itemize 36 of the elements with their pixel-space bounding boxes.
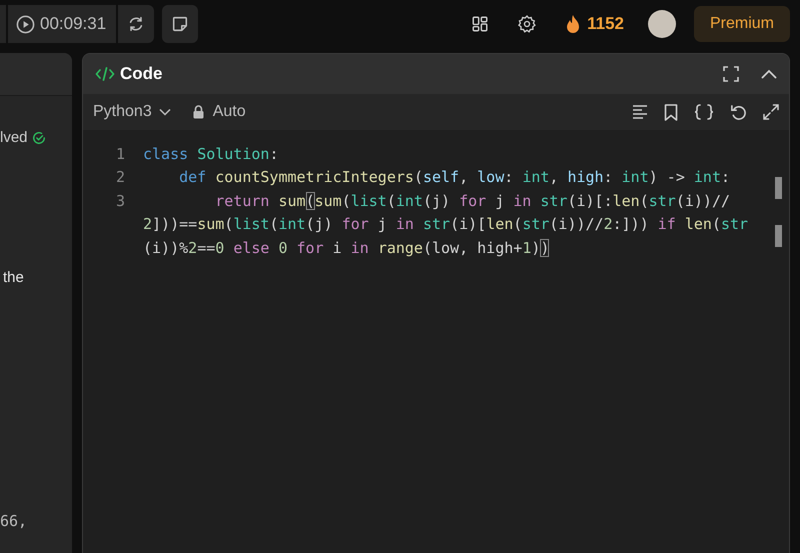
line-number: 3 xyxy=(114,192,126,210)
expand-icon[interactable] xyxy=(763,104,779,120)
avatar[interactable] xyxy=(648,10,676,38)
flame-icon xyxy=(565,14,582,34)
scrollbar-marker xyxy=(775,177,782,199)
align-left-icon[interactable] xyxy=(632,105,648,119)
code-icon xyxy=(95,67,115,81)
language-dropdown[interactable]: Python3 xyxy=(93,103,171,121)
code-line: (i))%2==0 else 0 for i in range(low, high+1)) xyxy=(143,238,550,257)
settings-icon[interactable] xyxy=(517,14,538,34)
description-text: 66, xyxy=(0,512,28,530)
grid-icon[interactable] xyxy=(471,15,490,33)
code-line: 2]))==sum(list(int(j) for j in str(i)[len(str(i))//2:])) if len(str xyxy=(143,215,748,234)
code-line: class Solution: xyxy=(143,144,278,163)
line-number: 2 xyxy=(114,168,126,186)
fullscreen-icon[interactable] xyxy=(723,66,739,82)
braces-icon[interactable] xyxy=(694,104,714,120)
note-button[interactable] xyxy=(162,5,198,43)
lock-icon xyxy=(192,105,204,119)
line-number: 1 xyxy=(114,144,126,163)
scrollbar-marker xyxy=(775,225,782,247)
solved-label: lved xyxy=(0,129,28,146)
code-line: def countSymmetricIntegers(self, low: int, high: int) -> int: xyxy=(178,168,730,186)
note-icon xyxy=(171,15,190,33)
premium-button[interactable]: Premium xyxy=(694,6,790,42)
bookmark-icon[interactable] xyxy=(664,104,678,120)
code-line: return sum(sum(list(int(j) for j in str(i)[:len(str(i))// xyxy=(214,192,730,210)
play-icon xyxy=(16,14,35,34)
chevron-down-icon xyxy=(158,108,171,116)
undo-icon[interactable] xyxy=(730,104,747,120)
check-circle-icon xyxy=(32,130,46,144)
mode-label[interactable]: Auto xyxy=(212,103,246,121)
panel-title: Code xyxy=(120,64,162,84)
chevron-up-icon[interactable] xyxy=(761,69,777,79)
description-text: the xyxy=(3,269,24,286)
streak-count[interactable]: 1152 xyxy=(587,14,624,34)
